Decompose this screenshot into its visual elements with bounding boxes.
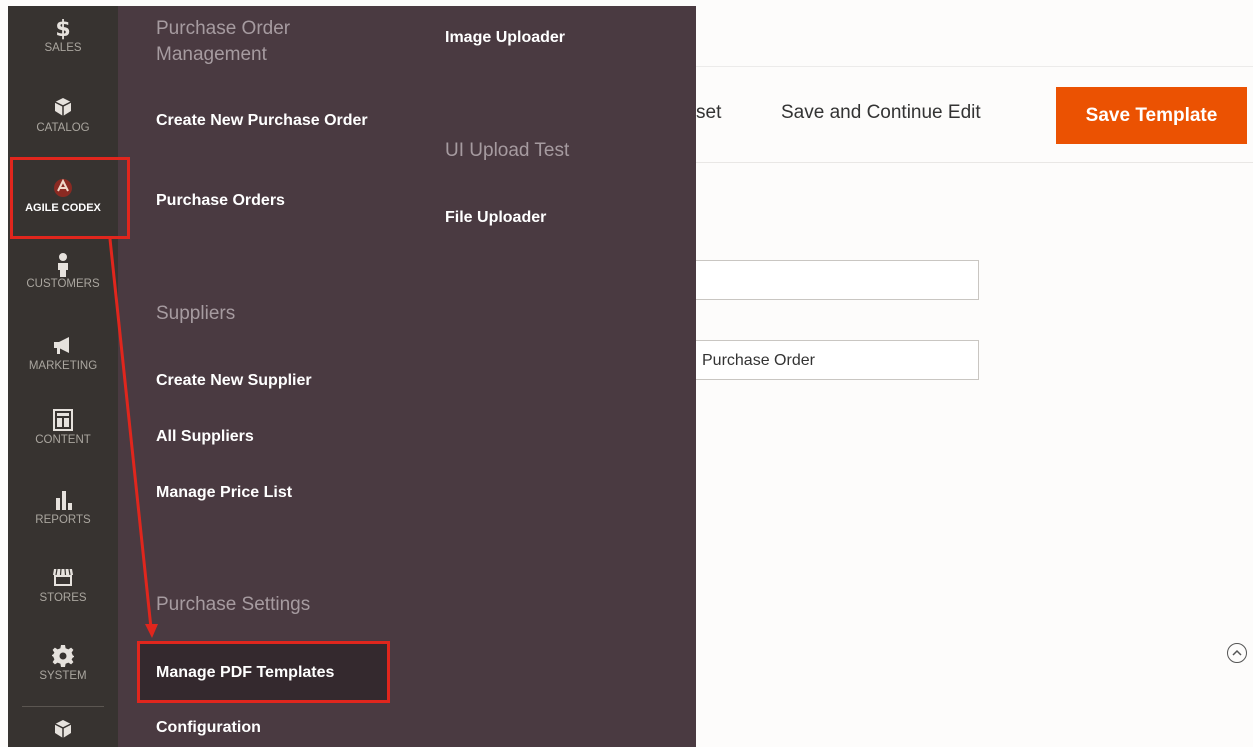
reset-button-partial[interactable]: set [696,102,721,124]
template-type-field[interactable]: Purchase Order [696,340,979,380]
template-name-field[interactable] [696,260,979,300]
save-template-button[interactable]: Save Template [1056,87,1247,144]
page-header-strip [696,6,1253,67]
save-and-continue-edit-button[interactable]: Save and Continue Edit [781,102,981,124]
toolbar-divider [696,162,1253,163]
collapse-chevron-up-icon[interactable] [1227,643,1247,663]
